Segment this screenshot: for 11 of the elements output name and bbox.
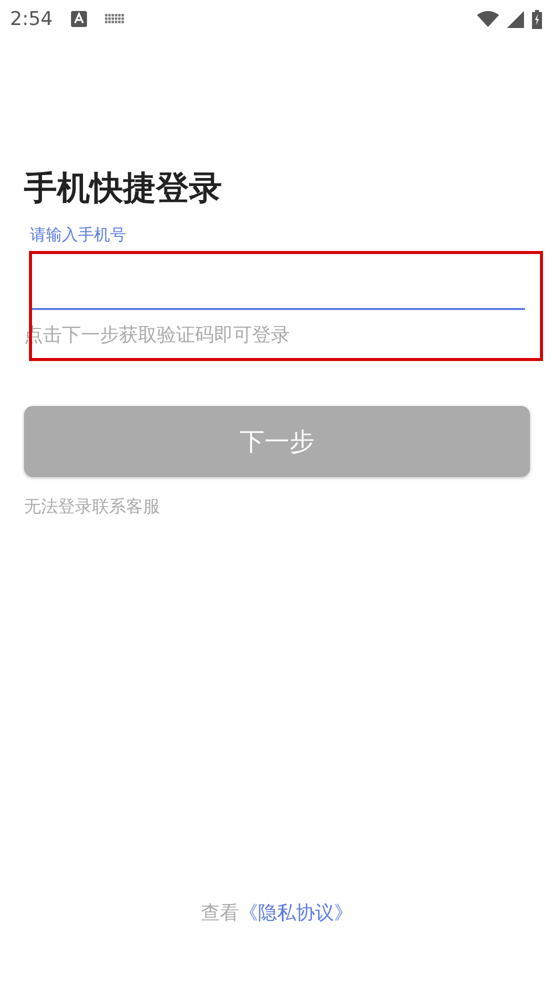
privacy-link[interactable]: 《隐私协议》 — [239, 900, 353, 926]
battery-icon — [532, 10, 542, 28]
privacy-prefix: 查看 — [201, 901, 239, 926]
help-link[interactable]: 无法登录联系客服 — [24, 495, 160, 518]
status-time: 2:54 — [10, 8, 53, 30]
page-title: 手机快捷登录 — [24, 167, 223, 209]
field-label: 请输入手机号 — [30, 224, 127, 246]
signal-icon — [507, 10, 524, 28]
font-icon — [70, 11, 87, 27]
wifi-icon — [477, 11, 499, 27]
keyboard-icon — [104, 14, 125, 24]
